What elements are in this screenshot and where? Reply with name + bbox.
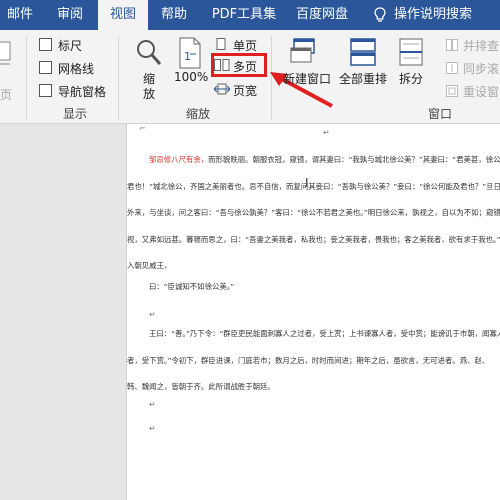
document-line: 君也！”城北徐公，齐国之美丽者也。忌不自信，而复问其妾曰：“吾孰与徐公美？”妾曰… (127, 182, 500, 191)
text-cursor: I (305, 176, 309, 190)
corner-mark: ⌐ (139, 124, 146, 133)
ruler-label: 标尺 (58, 39, 83, 53)
ribbon-tab-bar: 邮件 审阅 视图 帮助 PDF工具集 百度网盘 操作说明搜索 (0, 0, 500, 30)
single-page-icon[interactable] (214, 38, 228, 50)
paragraph-mark: ↵ (323, 128, 330, 137)
highlight-rectangle (211, 53, 267, 77)
reset-window-position-icon[interactable] (446, 85, 458, 97)
document-line: 曰：“臣诚知不如徐公美。” (149, 282, 235, 291)
ruler-checkbox[interactable] (39, 38, 52, 51)
reset-window-position-label[interactable]: 重设窗 (463, 83, 499, 100)
tab-help[interactable]: 帮助 (152, 0, 196, 30)
zoom-magnifier-icon[interactable] (135, 38, 163, 68)
sync-scroll-label[interactable]: 同步滚 (463, 60, 499, 77)
paragraph-mark: ↵ (149, 400, 156, 409)
tab-review[interactable]: 审阅 (44, 0, 96, 30)
tell-me-search[interactable]: 操作说明搜索 (394, 0, 494, 30)
split-window-icon[interactable] (399, 38, 423, 66)
group-separator (26, 36, 27, 120)
tab-view[interactable]: 视图 (98, 0, 148, 30)
svg-text:1: 1 (184, 50, 191, 63)
tab-baidu-netdisk[interactable]: 百度网盘 (290, 0, 354, 30)
arrange-all-label[interactable]: 全部重排 (337, 70, 389, 87)
document-line: 邹忌修八尺有余，而形貌昳丽。朝服衣冠，窥镜，谓其妻曰：“我孰与城北徐公美？”其妻… (149, 155, 500, 164)
document-line: 入朝见威王， (127, 261, 172, 270)
tab-mailings[interactable]: 邮件 (0, 0, 40, 30)
nav-pane-label: 导航窗格 (58, 85, 107, 99)
nav-pane-checkbox[interactable] (39, 84, 52, 97)
tab-pdf-tools[interactable]: PDF工具集 (204, 0, 284, 30)
page-width-icon[interactable] (214, 83, 230, 95)
paragraph-mark: ↵ (149, 424, 156, 433)
page-width-label[interactable]: 页宽 (233, 82, 257, 99)
gridlines-checkbox[interactable] (39, 61, 52, 74)
document-line: 韩、魏闻之，皆朝于齐。此所谓战胜于朝廷。 (127, 382, 275, 391)
paragraph-mark: ↵ (149, 310, 156, 319)
group-separator (118, 36, 119, 120)
document-line: 王曰：“善。”乃下令：“群臣吏民能面刺寡人之过者，受上赏；上书谏寡人者，受中赏；… (149, 329, 500, 338)
zoom-100-label[interactable]: 100% (174, 70, 208, 84)
document-line: 者，受下赏。”令初下，群臣进谏，门庭若市；数月之后，时时而间进；期年之后，虽欲言… (127, 356, 490, 365)
zoom-group-label: 缩放 (185, 107, 210, 121)
document-line: 视，又弗如远甚。暮寝而思之，曰：“吾妻之美我者，私我也；妾之美我者，畏我也；客之… (127, 235, 500, 244)
zoom-100-icon[interactable]: 1 (176, 36, 204, 70)
arrange-all-icon[interactable] (350, 38, 376, 66)
new-window-label[interactable]: 新建窗口 (281, 70, 333, 87)
document-view-icon[interactable] (0, 40, 14, 70)
left-margin-area (0, 124, 126, 500)
partial-page-label: 页 (0, 88, 13, 102)
view-side-by-side-icon[interactable] (446, 39, 458, 51)
zoom-label-line2: 放 (142, 87, 155, 101)
window-group-label: 窗口 (427, 107, 452, 121)
document-line: 外来，与坐谈，问之客曰：“吾与徐公孰美？”客曰：“徐公不若君之美也。”明日徐公来… (127, 208, 500, 217)
new-window-icon[interactable] (290, 38, 316, 66)
single-page-label[interactable]: 单页 (233, 37, 257, 54)
gridlines-label: 网格线 (58, 62, 95, 76)
view-side-by-side-label[interactable]: 并排查 (463, 37, 499, 54)
sync-scroll-icon[interactable] (446, 62, 458, 74)
lightbulb-icon (374, 7, 386, 22)
split-label[interactable]: 拆分 (398, 70, 424, 87)
document-page[interactable]: ⌐ ↵ 邹忌修八尺有余，而形貌昳丽。朝服衣冠，窥镜，谓其妻曰：“我孰与城北徐公美… (126, 124, 500, 500)
show-group-label: 显示 (62, 107, 87, 121)
